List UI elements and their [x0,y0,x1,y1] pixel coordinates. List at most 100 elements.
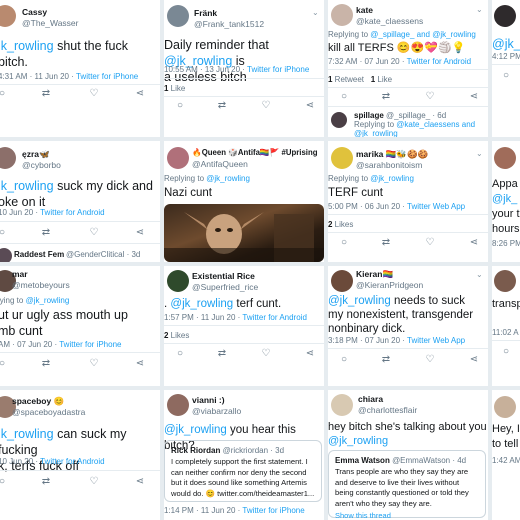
reply-icon[interactable]: ○ [338,354,350,366]
share-icon[interactable]: ⋖ [134,88,146,100]
avatar[interactable] [167,5,189,27]
tweet-media-image[interactable] [164,204,324,262]
share-icon[interactable]: ⋖ [134,476,146,488]
like-icon[interactable]: ♡ [88,476,100,488]
avatar[interactable] [331,4,353,26]
tweet-card[interactable]: ęzra🦋 @cyborbo jk_rowling suck my dick a… [0,141,160,262]
chevron-down-icon[interactable]: ⌄ [476,270,483,279]
quoted-tweet[interactable]: Rick Riordan @rickriordan · 3d I complet… [164,440,322,502]
tweet-card[interactable]: mar @metobeyours lying to @jk_rowling ut… [0,266,160,386]
mention-link[interactable]: @jk_rowling [328,295,391,307]
quoted-tweet[interactable]: Emma Watson @EmmaWatson · 4d Trans peopl… [328,450,486,520]
avatar[interactable] [167,270,189,292]
like-icon[interactable]: ♡ [88,88,100,100]
like-icon[interactable]: ♡ [88,227,100,239]
tweet-card[interactable]: Cassy @The_Wasser jk_rowling shut the fu… [0,0,160,137]
author-handle[interactable]: @cyborbo [22,160,61,170]
author-handle[interactable]: @kate_claessens [356,16,423,26]
share-icon[interactable]: ⋖ [134,227,146,239]
avatar[interactable] [331,147,353,169]
tweet-card[interactable]: vianni :) @viabarzallo @jk_rowling you h… [164,390,324,520]
author-name[interactable]: marika 🏳️‍🌈🐝🍪🍪 [356,149,428,160]
retweet-icon[interactable]: ⇄ [40,88,52,100]
tweet-card[interactable]: Hey, I to tell 1:42 AM [492,390,520,520]
share-icon[interactable]: ⋖ [134,358,146,370]
reply-icon[interactable]: ○ [338,91,350,103]
avatar[interactable] [494,396,516,418]
like-icon[interactable]: ♡ [424,354,436,366]
author-name[interactable]: Raddest Fem [14,250,64,259]
retweet-icon[interactable]: ⇄ [40,476,52,488]
author-handle[interactable]: @The_Wasser [22,18,79,28]
mention-link[interactable]: @jk_ [492,193,517,205]
author-handle[interactable]: @KieranPridgeon [356,280,423,290]
author-name[interactable]: Kieran🏳️‍🌈 [356,269,393,280]
chevron-down-icon[interactable]: ⌄ [476,5,483,14]
author-handle[interactable]: @GenderClitical · 3d [66,250,140,259]
author-handle[interactable]: @Superfried_rice [192,282,258,292]
retweet-icon[interactable]: ⇄ [216,348,228,360]
avatar[interactable] [331,112,347,128]
reply-icon[interactable]: ○ [0,227,8,239]
mention-link[interactable]: @jk_rowling [328,435,388,447]
avatar[interactable] [331,394,353,416]
retweet-icon[interactable]: ⇄ [380,237,392,249]
author-handle[interactable]: @metobeyours [12,280,70,290]
author-handle[interactable]: @_spillage_ · 6d [386,111,446,120]
tweet-card[interactable]: transp 11:02 A ○ [492,266,520,386]
tweet-card[interactable]: kate @kate_claessens ⌄ Replying to @_spi… [328,0,488,137]
retweet-icon[interactable]: ⇄ [40,227,52,239]
retweet-icon[interactable]: ⇄ [380,91,392,103]
avatar[interactable] [0,5,16,27]
share-icon[interactable]: ⋖ [468,91,480,103]
author-name[interactable]: kate [356,5,373,15]
tweet-card[interactable]: 🔥Queen 🎲Antifa🏳️‍🌈🚩 #Uprising @AntifaQue… [164,141,324,262]
tweet-card[interactable]: marika 🏳️‍🌈🐝🍪🍪 @sarahbonitoism ⌄ Replyin… [328,141,488,262]
likes-count[interactable]: 1 Like [164,84,185,93]
like-icon[interactable]: ♡ [88,358,100,370]
tweet-card[interactable]: Kieran🏳️‍🌈 @KieranPridgeon ⌄ @jk_rowling… [328,266,488,386]
share-icon[interactable]: ⋖ [304,100,316,112]
like-icon[interactable]: ♡ [424,91,436,103]
author-handle[interactable]: @AntifaQueen [192,159,248,169]
author-name[interactable]: spillage [354,111,384,120]
tweet-card[interactable]: Fränk @Frank_tank1512 ⌄ Daily reminder t… [164,0,324,137]
mention-link[interactable]: @jk_rowling [164,424,227,436]
likes-count[interactable]: 2 Likes [328,220,353,229]
retweet-icon[interactable]: ⇄ [216,100,228,112]
mention-link[interactable]: jk_rowling [0,427,54,441]
reply-icon[interactable]: ○ [0,476,8,488]
author-handle[interactable]: @Frank_tank1512 [194,19,264,29]
author-name[interactable]: vianni :) [192,395,225,405]
avatar[interactable] [0,248,12,262]
reply-icon[interactable]: ○ [0,88,8,100]
author-handle[interactable]: @sarahbonitoism [356,160,422,170]
tweet-card[interactable]: @jk_ 4:12 PM ○ [492,0,520,137]
avatar[interactable] [494,270,516,292]
author-name[interactable]: Existential Rice [192,271,255,281]
mention-link[interactable]: @jk_rowling [170,298,233,310]
mention-link[interactable]: jk_rowling [0,39,54,53]
avatar[interactable] [167,147,189,169]
reply-icon[interactable]: ○ [174,348,186,360]
reply-icon[interactable]: ○ [500,70,512,82]
author-name[interactable]: 🔥Queen 🎲Antifa🏳️‍🌈🚩 #Uprising [192,148,317,157]
author-name[interactable]: Fränk [194,8,217,18]
avatar[interactable] [167,394,189,416]
tweet-card[interactable]: Existential Rice @Superfried_rice . @jk_… [164,266,324,386]
chevron-down-icon[interactable]: ⌄ [312,8,319,17]
author-name[interactable]: chiara [358,394,383,404]
tweet-card[interactable]: chiara @charlottesflair hey bitch she's … [328,390,488,520]
share-icon[interactable]: ⋖ [468,237,480,249]
author-name[interactable]: mar [12,269,28,279]
share-icon[interactable]: ⋖ [468,354,480,366]
retweet-icon[interactable]: ⇄ [380,354,392,366]
author-handle[interactable]: @charlottesflair [358,405,417,415]
avatar[interactable] [494,147,516,169]
tweet-card[interactable]: Appa @jk_ your t hours 8:26 PM [492,141,520,262]
like-icon[interactable]: ♡ [260,348,272,360]
retweet-icon[interactable]: ⇄ [40,358,52,370]
avatar[interactable] [0,147,16,169]
author-name[interactable]: Cassy [22,7,47,17]
show-thread-link[interactable]: Show this thread [335,511,479,520]
